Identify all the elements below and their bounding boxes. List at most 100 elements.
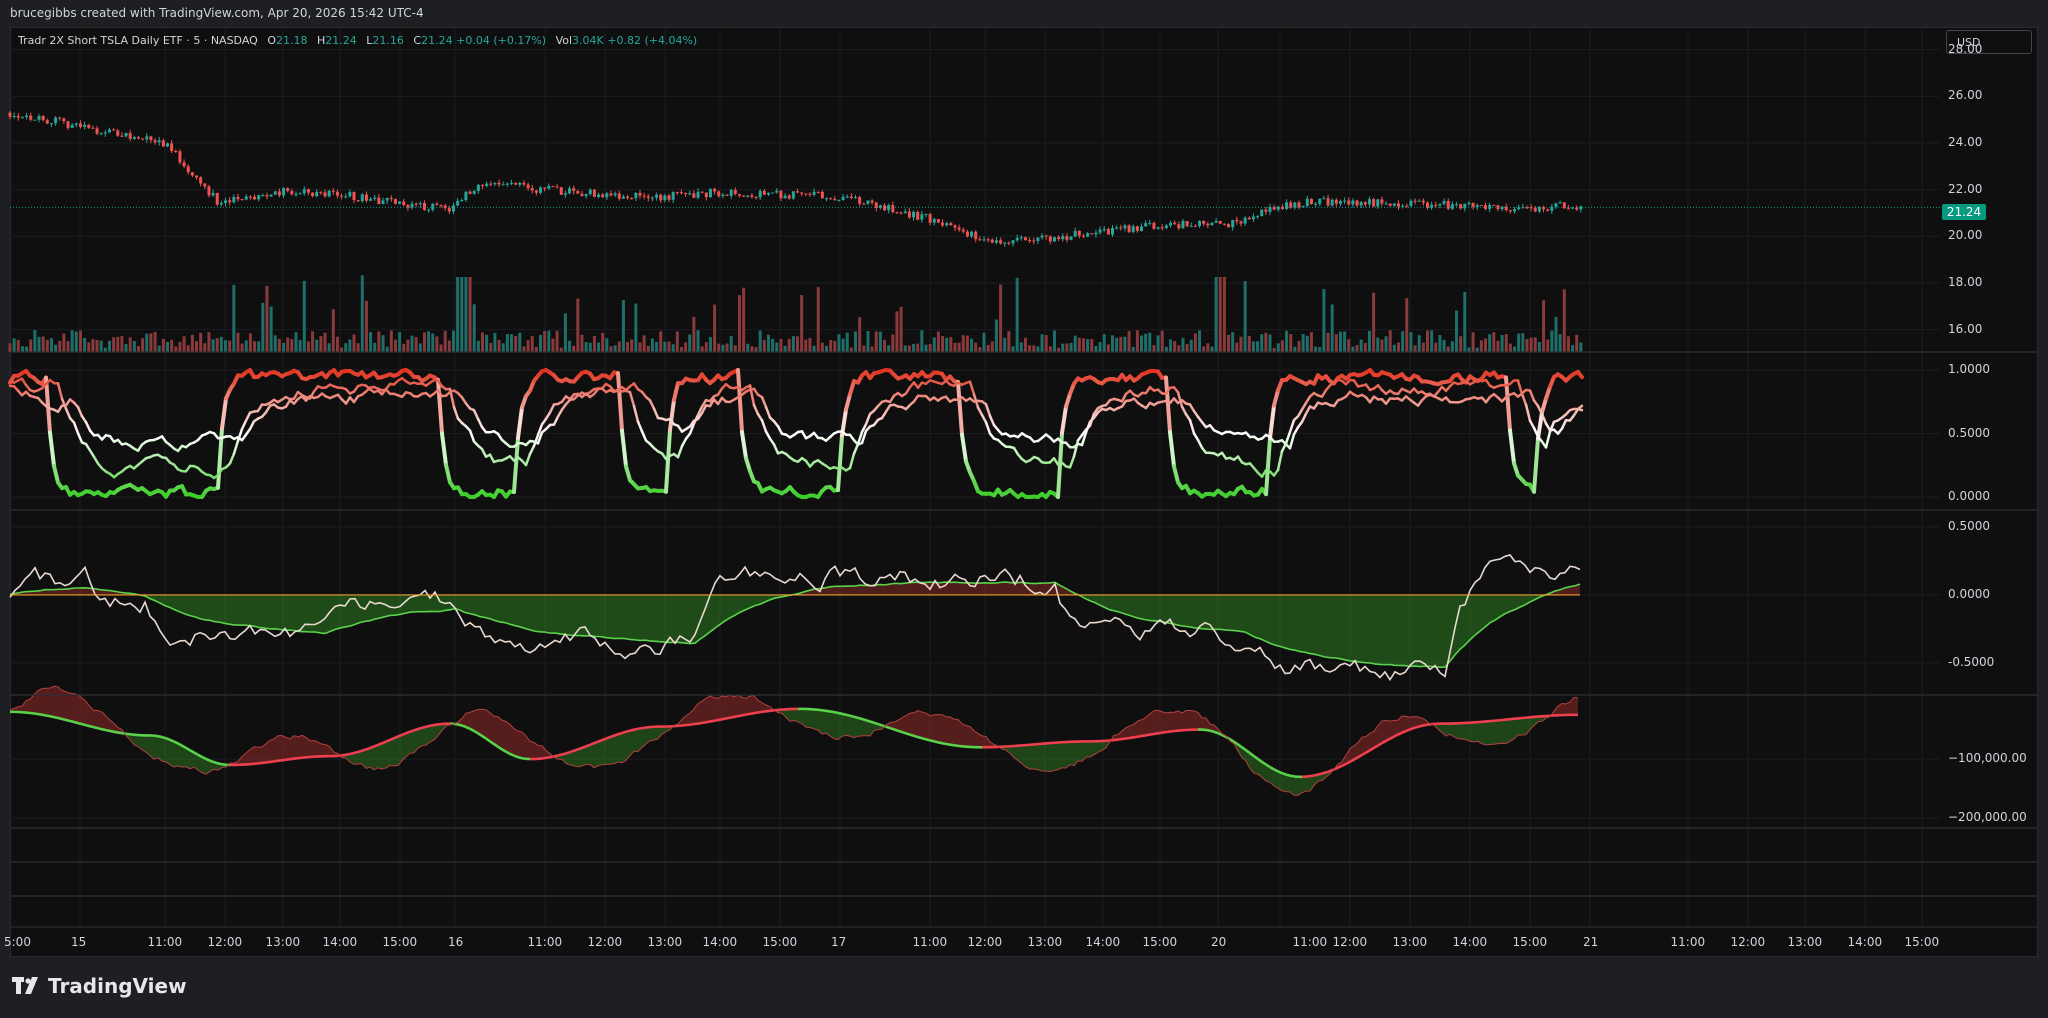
osc2-area bbox=[305, 594, 310, 632]
osc3-area bbox=[98, 710, 102, 730]
candle-body bbox=[878, 205, 882, 208]
candle-body bbox=[1314, 203, 1318, 205]
volume-bar bbox=[1376, 337, 1380, 352]
osc1-line-segment bbox=[652, 407, 660, 420]
candle-body bbox=[1198, 220, 1202, 226]
osc2-area bbox=[295, 594, 300, 632]
volume-bar bbox=[708, 337, 712, 352]
open-label: O bbox=[267, 34, 276, 47]
volume-bar bbox=[783, 345, 787, 352]
osc3-area bbox=[594, 741, 598, 768]
candle-body bbox=[128, 133, 132, 139]
candle-body bbox=[1479, 205, 1483, 207]
volume-bar bbox=[1081, 338, 1085, 352]
volume-bar bbox=[1330, 304, 1334, 352]
candle-body bbox=[45, 120, 49, 124]
osc3-area bbox=[1046, 743, 1050, 772]
volume-bar bbox=[1326, 332, 1330, 352]
volume-bar bbox=[1500, 334, 1504, 352]
brand-name: TradingView bbox=[48, 974, 187, 998]
osc3-area bbox=[1454, 723, 1458, 739]
osc1-line-segment bbox=[476, 417, 484, 429]
osc3-slow-line bbox=[837, 711, 843, 716]
osc3-slow-line bbox=[353, 750, 359, 755]
volume-bar bbox=[1558, 334, 1562, 352]
candle-body bbox=[920, 214, 924, 220]
osc2-area bbox=[1125, 594, 1130, 616]
candle-body bbox=[456, 200, 460, 206]
candle-body bbox=[261, 195, 265, 197]
osc1-line-segment bbox=[636, 420, 644, 433]
osc3-area bbox=[742, 697, 746, 716]
osc3-slow-line bbox=[53, 715, 59, 720]
osc1-line-segment bbox=[472, 408, 480, 421]
chart-canvas[interactable] bbox=[0, 0, 2048, 1018]
candle-body bbox=[294, 193, 298, 195]
osc3-slow-line bbox=[885, 725, 891, 730]
osc2-area bbox=[545, 594, 550, 634]
osc3-area bbox=[1174, 710, 1178, 732]
osc3-slow-line bbox=[737, 714, 743, 718]
osc2-area bbox=[200, 594, 205, 620]
volume-bar bbox=[261, 302, 265, 352]
osc3-slow-line bbox=[1309, 774, 1315, 778]
candle-body bbox=[1131, 226, 1135, 232]
osc3-area bbox=[1574, 697, 1578, 715]
osc3-slow-line bbox=[745, 712, 751, 716]
volume-bar bbox=[95, 339, 99, 352]
osc3-slow-line bbox=[85, 723, 91, 728]
osc1-line-segment bbox=[984, 402, 992, 418]
osc1-line-segment bbox=[1560, 418, 1568, 430]
osc3-area bbox=[1130, 724, 1134, 738]
volume-bar bbox=[1409, 332, 1413, 352]
volume-bar bbox=[688, 334, 692, 352]
osc3-area bbox=[1466, 722, 1470, 742]
volume-bar bbox=[481, 332, 484, 352]
candle-body bbox=[25, 115, 29, 118]
candle-body bbox=[485, 183, 489, 186]
osc3-area bbox=[298, 735, 302, 759]
osc3-area bbox=[902, 715, 906, 734]
osc2-area bbox=[1240, 594, 1245, 632]
candle-body bbox=[348, 192, 352, 197]
osc3-area bbox=[1034, 744, 1038, 770]
osc2-area bbox=[1345, 594, 1350, 661]
candle-body bbox=[696, 191, 700, 198]
volume-bar bbox=[978, 347, 982, 352]
candle-body bbox=[1193, 225, 1197, 227]
osc2-area bbox=[995, 582, 1000, 595]
osc3-area bbox=[798, 708, 802, 724]
candle-body bbox=[825, 198, 829, 200]
volume-bar bbox=[762, 339, 766, 352]
tradingview-logo[interactable]: TradingView bbox=[12, 974, 187, 998]
volume-bar bbox=[78, 330, 82, 352]
osc3-area bbox=[1506, 719, 1510, 744]
candle-body bbox=[630, 197, 634, 199]
candle-body bbox=[340, 195, 344, 197]
osc2-area bbox=[290, 594, 295, 631]
volume-bar bbox=[286, 337, 290, 352]
volume-bar bbox=[1090, 338, 1094, 352]
volume-bar bbox=[878, 331, 882, 352]
osc2-area bbox=[315, 594, 320, 633]
volume-bar bbox=[128, 337, 132, 352]
volume-bar bbox=[294, 332, 298, 352]
candle-body bbox=[389, 198, 393, 200]
osc3-slow-line bbox=[1205, 728, 1211, 732]
osc3-area bbox=[1054, 742, 1058, 771]
volume-bar bbox=[568, 340, 572, 352]
candle-body bbox=[1384, 203, 1388, 205]
candle-body bbox=[1090, 233, 1094, 235]
volume-bar bbox=[547, 330, 551, 352]
candle-body bbox=[493, 182, 497, 185]
volume-bar bbox=[804, 339, 808, 352]
time-axis-label: 11:00 bbox=[147, 935, 183, 949]
volume-bar bbox=[936, 331, 940, 352]
osc2-area bbox=[500, 594, 505, 623]
candle-body bbox=[489, 183, 493, 185]
candle-body bbox=[219, 203, 223, 205]
osc3-slow-line bbox=[557, 753, 563, 757]
volume-bar bbox=[1334, 334, 1338, 352]
candle-body bbox=[427, 209, 431, 211]
osc3-area bbox=[506, 721, 510, 754]
